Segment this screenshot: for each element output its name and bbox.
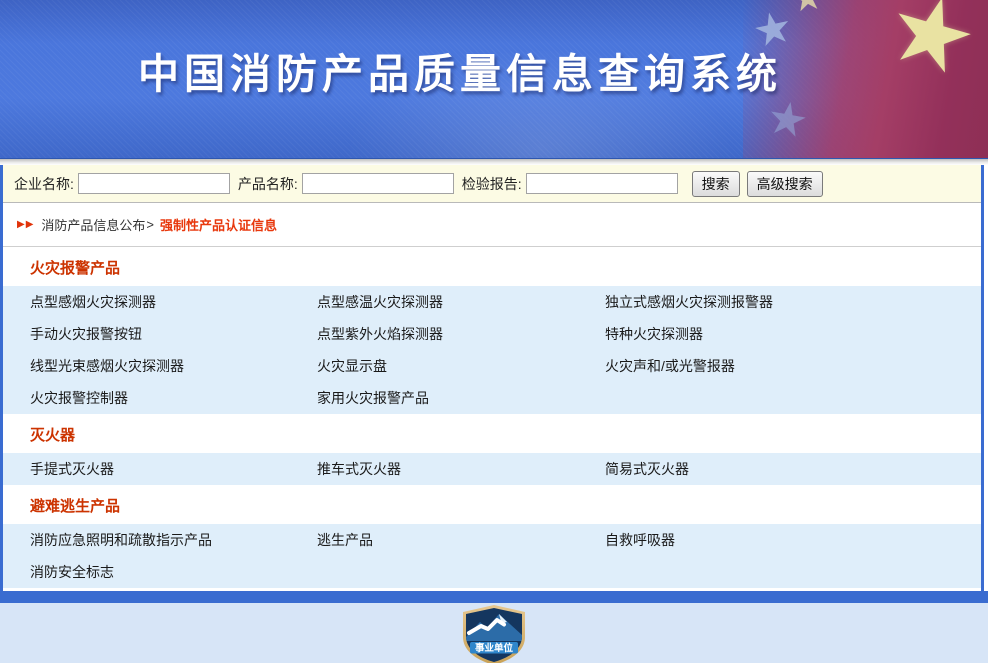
inspection-report-input[interactable] bbox=[526, 173, 678, 194]
product-link[interactable]: 独立式感烟火灾探测报警器 bbox=[605, 286, 981, 318]
page: ★ ★ ★ ★ 中国消防产品质量信息查询系统 企业名称: 产品名称: 检验报告:… bbox=[0, 0, 988, 663]
product-link[interactable]: 火灾显示盘 bbox=[317, 350, 605, 382]
product-link[interactable]: 火灾报警控制器 bbox=[30, 382, 317, 414]
banner: ★ ★ ★ ★ 中国消防产品质量信息查询系统 bbox=[0, 0, 988, 158]
product-link[interactable]: 点型感烟火灾探测器 bbox=[30, 286, 317, 318]
breadcrumb-separator: > bbox=[146, 217, 154, 232]
product-row: 点型感烟火灾探测器点型感温火灾探测器独立式感烟火灾探测报警器 bbox=[3, 286, 981, 318]
product-link[interactable]: 特种火灾探测器 bbox=[605, 318, 981, 350]
breadcrumb-arrows-icon: ▶▶ bbox=[17, 219, 34, 230]
product-row: 手提式灭火器推车式灭火器简易式灭火器 bbox=[3, 453, 981, 485]
institution-badge[interactable]: 事业单位 bbox=[460, 605, 528, 663]
product-link[interactable]: 自救呼吸器 bbox=[605, 524, 981, 556]
product-link[interactable]: 点型紫外火焰探测器 bbox=[317, 318, 605, 350]
inspection-report-label: 检验报告: bbox=[462, 174, 522, 194]
product-link[interactable]: 消防安全标志 bbox=[30, 556, 317, 588]
product-row: 手动火灾报警按钮点型紫外火焰探测器特种火灾探测器 bbox=[3, 318, 981, 350]
breadcrumb: ▶▶ 消防产品信息公布 > 强制性产品认证信息 bbox=[3, 203, 981, 247]
footer-divider-bar bbox=[0, 591, 988, 603]
product-link[interactable]: 手提式灭火器 bbox=[30, 453, 317, 485]
product-link[interactable]: 家用火灾报警产品 bbox=[317, 382, 605, 414]
product-link bbox=[605, 556, 981, 588]
main-content-box: 企业名称: 产品名称: 检验报告: 搜索 高级搜索 ▶▶ 消防产品信息公布 > … bbox=[0, 165, 984, 591]
product-row: 消防安全标志 bbox=[3, 556, 981, 588]
breadcrumb-current: 强制性产品认证信息 bbox=[160, 215, 277, 234]
company-name-label: 企业名称: bbox=[14, 174, 74, 194]
search-bar: 企业名称: 产品名称: 检验报告: 搜索 高级搜索 bbox=[3, 165, 981, 203]
product-link[interactable]: 火灾声和/或光警报器 bbox=[605, 350, 981, 382]
section-title: 避难逃生产品 bbox=[3, 485, 981, 524]
product-link[interactable]: 推车式灭火器 bbox=[317, 453, 605, 485]
product-link bbox=[317, 556, 605, 588]
search-button[interactable]: 搜索 bbox=[692, 171, 740, 197]
flag-star-icon: ★ bbox=[763, 93, 812, 145]
flag-star-icon: ★ bbox=[789, 0, 826, 18]
product-link[interactable]: 点型感温火灾探测器 bbox=[317, 286, 605, 318]
product-link bbox=[605, 382, 981, 414]
breadcrumb-parent-link[interactable]: 消防产品信息公布 bbox=[41, 215, 145, 234]
banner-bevel bbox=[0, 158, 988, 165]
product-name-input[interactable] bbox=[302, 173, 454, 194]
advanced-search-button[interactable]: 高级搜索 bbox=[747, 171, 823, 197]
page-title: 中国消防产品质量信息查询系统 bbox=[138, 40, 782, 100]
product-link[interactable]: 手动火灾报警按钮 bbox=[30, 318, 317, 350]
section-link-block: 点型感烟火灾探测器点型感温火灾探测器独立式感烟火灾探测报警器手动火灾报警按钮点型… bbox=[3, 286, 981, 414]
product-sections: 火灾报警产品点型感烟火灾探测器点型感温火灾探测器独立式感烟火灾探测报警器手动火灾… bbox=[3, 247, 981, 588]
product-link[interactable]: 简易式灭火器 bbox=[605, 453, 981, 485]
product-link[interactable]: 消防应急照明和疏散指示产品 bbox=[30, 524, 317, 556]
company-name-input[interactable] bbox=[78, 173, 230, 194]
footer: 事业单位 bbox=[0, 603, 988, 663]
section-link-block: 手提式灭火器推车式灭火器简易式灭火器 bbox=[3, 453, 981, 485]
section-link-block: 消防应急照明和疏散指示产品逃生产品自救呼吸器消防安全标志 bbox=[3, 524, 981, 588]
section-title: 灭火器 bbox=[3, 414, 981, 453]
product-link[interactable]: 线型光束感烟火灾探测器 bbox=[30, 350, 317, 382]
product-row: 火灾报警控制器家用火灾报警产品 bbox=[3, 382, 981, 414]
flag-star-icon: ★ bbox=[876, 0, 987, 92]
badge-label: 事业单位 bbox=[475, 642, 514, 654]
product-row: 线型光束感烟火灾探测器火灾显示盘火灾声和/或光警报器 bbox=[3, 350, 981, 382]
product-row: 消防应急照明和疏散指示产品逃生产品自救呼吸器 bbox=[3, 524, 981, 556]
product-link[interactable]: 逃生产品 bbox=[317, 524, 605, 556]
product-name-label: 产品名称: bbox=[238, 174, 298, 194]
section-title: 火灾报警产品 bbox=[3, 247, 981, 286]
